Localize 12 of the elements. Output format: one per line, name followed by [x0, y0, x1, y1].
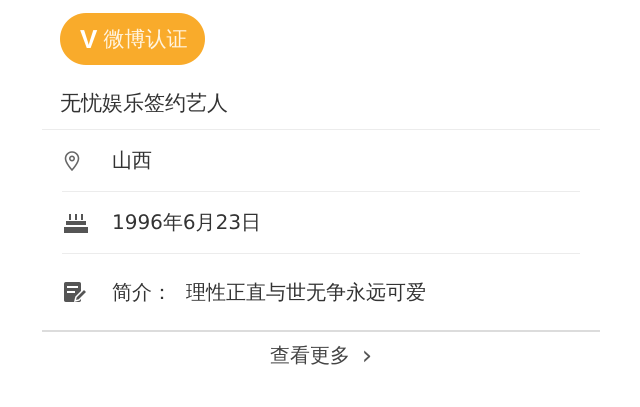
- info-text: 山西: [112, 147, 152, 174]
- info-text: 理性正直与世无争永远可爱: [186, 278, 426, 306]
- info-text: 1996年6月23日: [112, 209, 262, 236]
- badge-v-mark: V: [80, 24, 98, 54]
- chevron-icon: ›: [362, 342, 372, 368]
- cake-icon: [64, 212, 88, 232]
- location-pin-icon: [64, 150, 80, 170]
- profile-title: 无忧娱乐签约艺人: [60, 90, 229, 117]
- edit-note-icon: [64, 282, 86, 302]
- see-more-link[interactable]: 查看更多 ›: [270, 342, 372, 369]
- badge-label: 微博认证: [103, 26, 188, 53]
- info-label: 简介：: [112, 278, 172, 306]
